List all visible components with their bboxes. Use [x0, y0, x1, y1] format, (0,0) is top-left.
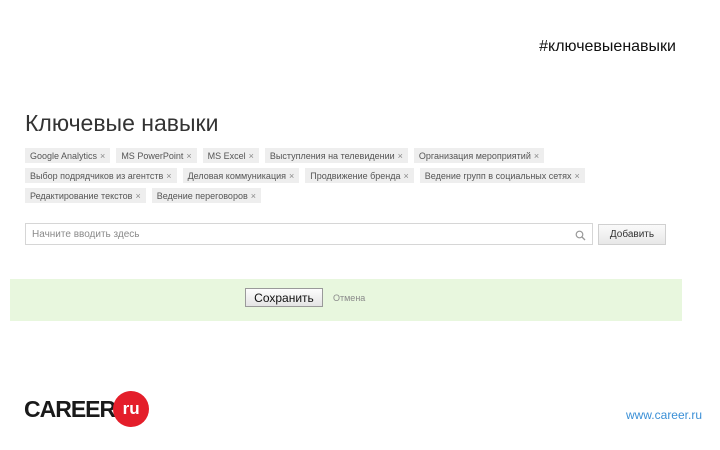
form-actions-band: Сохранить Отмена — [10, 279, 682, 321]
add-skill-button[interactable]: Добавить — [598, 224, 666, 245]
skill-tag-label: Выбор подрядчиков из агентств — [30, 170, 164, 181]
remove-tag-icon[interactable]: × — [251, 191, 256, 201]
tag-row: Google Analytics × MS PowerPoint × MS Excel ×… — [25, 148, 605, 168]
tag-row: Выбор подрядчиков из агентств × Деловая ко… — [25, 168, 605, 188]
skill-tag: Ведение переговоров × — [151, 188, 261, 203]
remove-tag-icon[interactable]: × — [289, 171, 294, 181]
skill-tags: Google Analytics × MS PowerPoint × MS Excel ×… — [25, 148, 605, 208]
skill-tag-label: Ведение переговоров — [156, 190, 248, 201]
skill-tag: Выступления на телевидении × — [264, 148, 408, 163]
remove-tag-icon[interactable]: × — [135, 191, 140, 201]
remove-tag-icon[interactable]: × — [186, 151, 191, 161]
site-url: www.career.ru — [625, 408, 702, 422]
career-logo: CAREER ru — [24, 391, 150, 427]
logo-wordmark: CAREER — [24, 395, 116, 422]
remove-tag-icon[interactable]: × — [166, 171, 171, 181]
remove-tag-icon[interactable]: × — [249, 151, 254, 161]
logo-ru-badge: ru — [113, 391, 150, 427]
skill-search-box — [25, 223, 593, 245]
skill-tag: MS PowerPoint × — [116, 148, 197, 163]
skill-tag-label: Выступления на телевидении — [269, 150, 395, 161]
tag-row: Редактирование текстов × Ведение переговор… — [25, 188, 605, 208]
skill-tag-label: Google Analytics — [30, 150, 98, 161]
search-icon[interactable] — [575, 228, 586, 246]
save-button[interactable]: Сохранить — [245, 288, 323, 307]
skill-tag-label: Ведение групп в социальных сетях — [424, 170, 572, 181]
skill-tag: Деловая коммуникация × — [182, 168, 300, 183]
remove-tag-icon[interactable]: × — [398, 151, 403, 161]
skill-tag-label: Продвижение бренда — [310, 170, 401, 181]
skill-tag-label: Редактирование текстов — [30, 190, 133, 201]
skill-search-input[interactable] — [26, 224, 566, 245]
cancel-link[interactable]: Отмена — [333, 293, 365, 303]
page-title: Ключевые навыки — [25, 110, 219, 136]
skill-tag-label: Организация мероприятий — [418, 150, 531, 161]
skill-tag-label: MS Excel — [207, 150, 246, 161]
skill-tag: Редактирование текстов × — [25, 188, 146, 203]
skill-tag: Организация мероприятий × — [413, 148, 545, 163]
remove-tag-icon[interactable]: × — [534, 151, 539, 161]
skill-tag: Google Analytics × — [25, 148, 111, 163]
skill-tag: MS Excel × — [202, 148, 259, 163]
remove-tag-icon[interactable]: × — [404, 171, 409, 181]
skill-tag-label: MS PowerPoint — [121, 150, 184, 161]
skill-tag: Продвижение бренда × — [305, 168, 414, 183]
remove-tag-icon[interactable]: × — [100, 151, 105, 161]
skill-tag-label: Деловая коммуникация — [187, 170, 286, 181]
skill-tag: Ведение групп в социальных сетях × — [419, 168, 585, 183]
skill-tag: Выбор подрядчиков из агентств × — [25, 168, 177, 183]
hashtag-caption: #ключевыенавыки — [539, 38, 676, 55]
remove-tag-icon[interactable]: × — [574, 171, 579, 181]
